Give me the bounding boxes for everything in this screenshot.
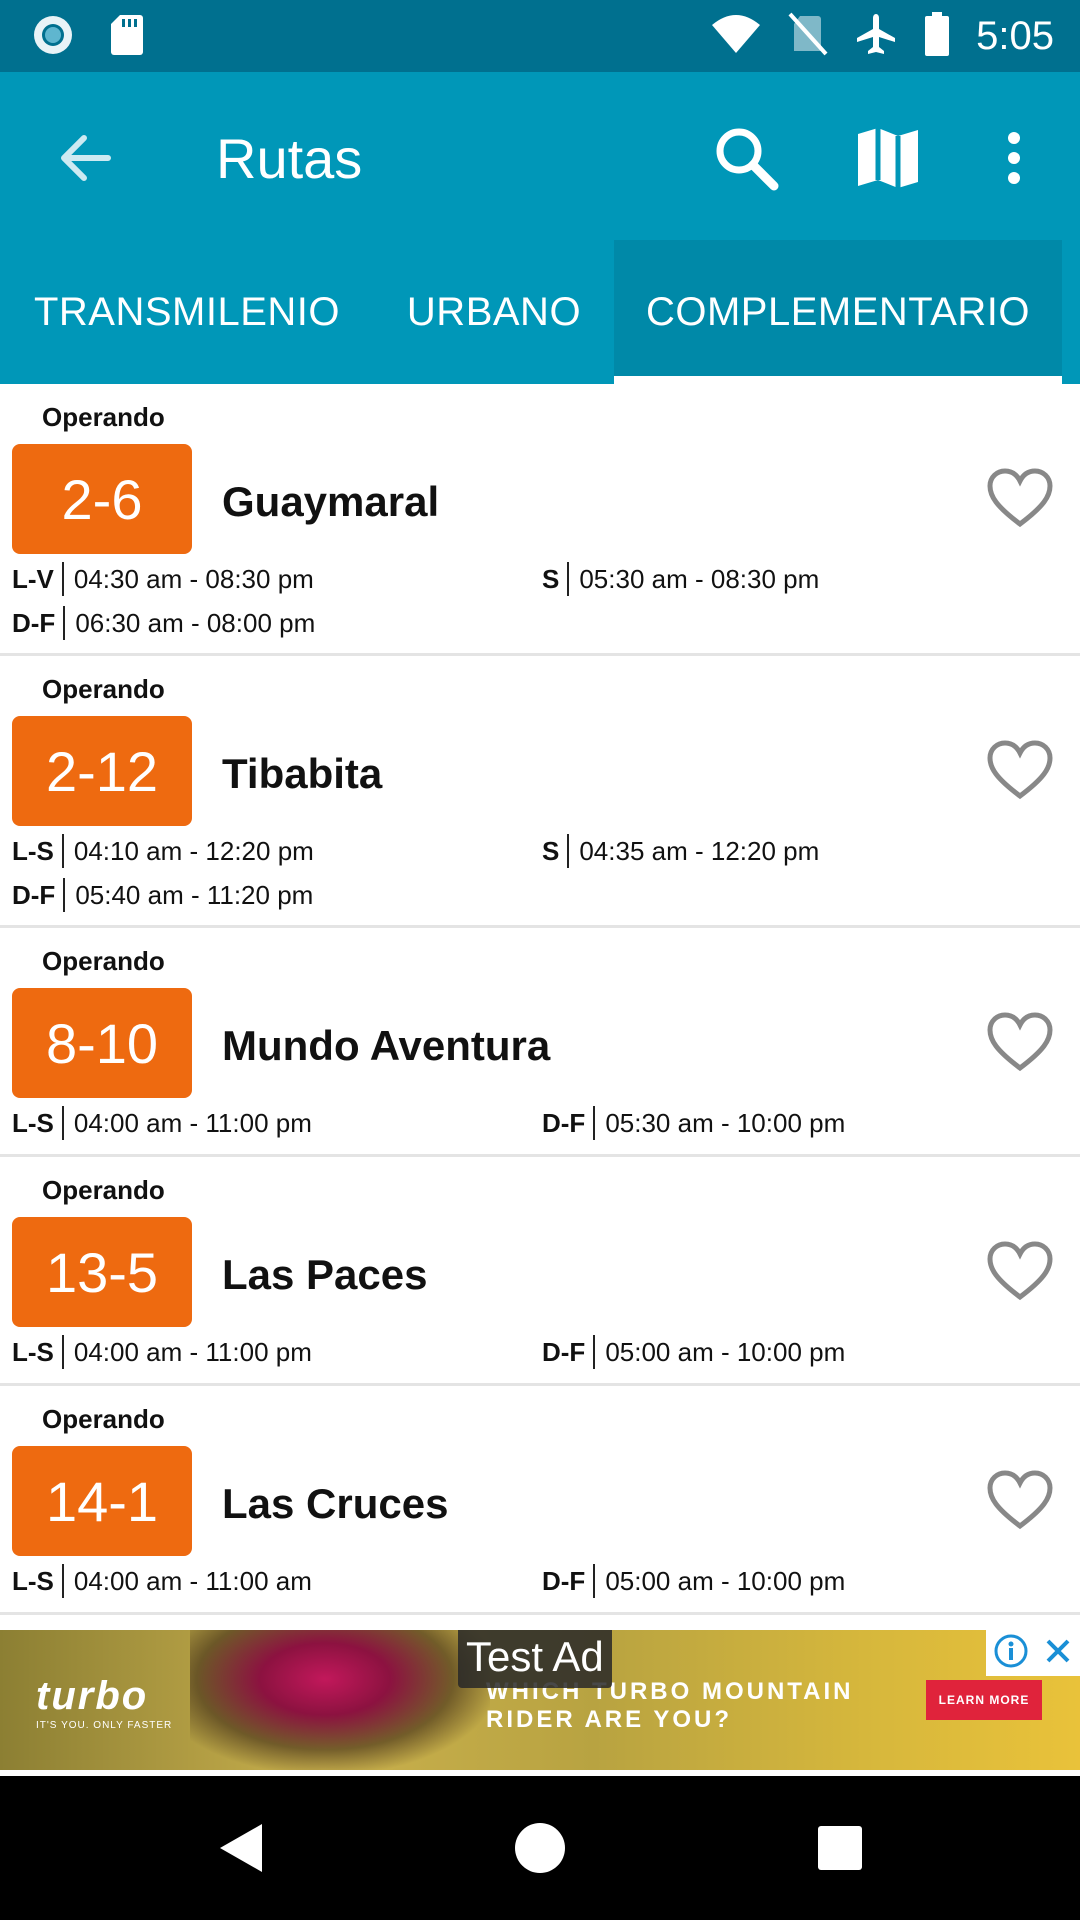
- schedule-days: D-F: [542, 1565, 586, 1596]
- ad-headline-line: RIDER ARE YOU?: [486, 1706, 733, 1733]
- ad-brand-tagline: IT'S YOU. ONLY FASTER: [36, 1720, 173, 1731]
- schedule-hours: 04:00 am - 11:00 pm: [73, 1336, 312, 1367]
- route-status: Operando: [42, 1175, 165, 1205]
- ad-banner[interactable]: turbo IT'S YOU. ONLY FASTER WHICH TURBO …: [0, 1630, 1080, 1770]
- schedule-days: S: [542, 563, 560, 594]
- close-icon[interactable]: [1043, 1636, 1073, 1671]
- schedule-days: D-F: [12, 879, 56, 910]
- route-code-badge: 2-6: [12, 444, 192, 554]
- route-list: Operando 2-6 Guaymaral L-V 04:30 am - 08:…: [0, 384, 1080, 1615]
- route-code-badge: 2-12: [12, 716, 192, 826]
- favorite-heart-icon[interactable]: [986, 740, 1054, 802]
- route-name: Las Paces: [222, 1251, 428, 1298]
- no-sim-icon: [788, 12, 828, 61]
- tab-transmilenio[interactable]: TRANSMILENIO: [0, 240, 374, 384]
- schedule-days: L-S: [12, 835, 54, 866]
- search-icon[interactable]: [706, 118, 786, 198]
- recents-icon[interactable]: [808, 1816, 872, 1880]
- favorite-heart-icon[interactable]: [986, 1470, 1054, 1532]
- page-title: Rutas: [216, 127, 363, 190]
- route-item[interactable]: Operando 13-5 Las Paces L-S 04:00 am - 11…: [0, 1157, 1080, 1386]
- route-code-badge: 13-5: [12, 1217, 192, 1327]
- back-arrow-icon[interactable]: [48, 122, 120, 194]
- ad-learn-more-button[interactable]: LEARN MORE: [926, 1680, 1042, 1720]
- clock: 5:05: [976, 14, 1054, 58]
- schedule-row: D-F 05:00 am - 10:00 pm: [542, 1564, 845, 1598]
- back-icon[interactable]: [208, 1816, 272, 1880]
- route-name: Guaymaral: [222, 478, 440, 525]
- schedule-days: L-S: [12, 1565, 54, 1596]
- schedule-days: D-F: [12, 607, 56, 638]
- schedule-hours: 04:00 am - 11:00 am: [73, 1565, 312, 1596]
- schedule-days: L-V: [12, 563, 54, 594]
- schedule-hours: 04:30 am - 08:30 pm: [73, 563, 314, 594]
- route-item[interactable]: Operando 2-6 Guaymaral L-V 04:30 am - 08:…: [0, 384, 1080, 656]
- tab-urbano[interactable]: URBANO: [374, 240, 614, 384]
- schedule-row: L-S 04:00 am - 11:00 pm: [12, 1106, 312, 1140]
- schedule-hours: 04:10 am - 12:20 pm: [73, 835, 314, 866]
- status-bar: 5:05: [0, 0, 1080, 72]
- map-icon[interactable]: [848, 118, 928, 198]
- app-toolbar: Rutas: [0, 72, 1080, 240]
- ad-brand-logo: turbo: [36, 1674, 149, 1718]
- schedule-hours: 05:00 am - 10:00 pm: [605, 1336, 846, 1367]
- info-icon[interactable]: [993, 1633, 1029, 1674]
- route-item[interactable]: Operando 2-12 Tibabita L-S 04:10 am - 12:…: [0, 656, 1080, 928]
- route-name: Mundo Aventura: [222, 1022, 551, 1069]
- schedule-hours: 04:35 am - 12:20 pm: [579, 835, 820, 866]
- record-icon: [32, 14, 74, 61]
- route-status: Operando: [42, 946, 165, 976]
- schedule-row: L-S 04:10 am - 12:20 pm: [12, 834, 314, 868]
- route-tabs: TRANSMILENIO URBANO COMPLEMENTARIO: [0, 240, 1080, 384]
- route-item[interactable]: Operando 8-10 Mundo Aventura L-S 04:00 am…: [0, 928, 1080, 1157]
- schedule-row: S 05:30 am - 08:30 pm: [542, 562, 819, 596]
- route-code-badge: 8-10: [12, 988, 192, 1098]
- schedule-row: D-F 05:00 am - 10:00 pm: [542, 1335, 845, 1369]
- schedule-hours: 06:30 am - 08:00 pm: [75, 607, 316, 638]
- route-name: Tibabita: [222, 750, 383, 797]
- schedule-hours: 05:30 am - 10:00 pm: [605, 1107, 846, 1138]
- ad-rider-image: [190, 1630, 490, 1770]
- ad-choices: [986, 1630, 1080, 1676]
- sd-card-icon: [110, 14, 144, 61]
- battery-icon: [924, 11, 950, 61]
- wifi-icon: [710, 13, 762, 60]
- system-nav-bar: [0, 1776, 1080, 1920]
- schedule-row: L-S 04:00 am - 11:00 pm: [12, 1335, 312, 1369]
- schedule-row: D-F 06:30 am - 08:00 pm: [12, 606, 315, 640]
- route-status: Operando: [42, 674, 165, 704]
- schedule-hours: 04:00 am - 11:00 pm: [73, 1107, 312, 1138]
- favorite-heart-icon[interactable]: [986, 1012, 1054, 1074]
- schedule-hours: 05:40 am - 11:20 pm: [75, 879, 314, 910]
- favorite-heart-icon[interactable]: [986, 468, 1054, 530]
- ad-test-label: Test Ad: [458, 1630, 612, 1688]
- schedule-row: S 04:35 am - 12:20 pm: [542, 834, 819, 868]
- more-vert-icon[interactable]: [974, 118, 1054, 198]
- schedule-row: L-V 04:30 am - 08:30 pm: [12, 562, 314, 596]
- schedule-row: L-S 04:00 am - 11:00 am: [12, 1564, 312, 1598]
- schedule-hours: 05:30 am - 08:30 pm: [579, 563, 820, 594]
- schedule-row: D-F 05:30 am - 10:00 pm: [542, 1106, 845, 1140]
- schedule-days: D-F: [542, 1336, 586, 1367]
- tab-complementario[interactable]: COMPLEMENTARIO: [614, 240, 1062, 384]
- route-item[interactable]: Operando 14-1 Las Cruces L-S 04:00 am - 1…: [0, 1386, 1080, 1615]
- route-status: Operando: [42, 1404, 165, 1434]
- route-status: Operando: [42, 402, 165, 432]
- favorite-heart-icon[interactable]: [986, 1241, 1054, 1303]
- route-code-badge: 14-1: [12, 1446, 192, 1556]
- home-icon[interactable]: [508, 1816, 572, 1880]
- schedule-row: D-F 05:40 am - 11:20 pm: [12, 878, 313, 912]
- route-name: Las Cruces: [222, 1480, 449, 1527]
- airplane-icon: [854, 12, 898, 61]
- schedule-days: S: [542, 835, 560, 866]
- schedule-days: D-F: [542, 1107, 586, 1138]
- schedule-days: L-S: [12, 1336, 54, 1367]
- schedule-hours: 05:00 am - 10:00 pm: [605, 1565, 846, 1596]
- schedule-days: L-S: [12, 1107, 54, 1138]
